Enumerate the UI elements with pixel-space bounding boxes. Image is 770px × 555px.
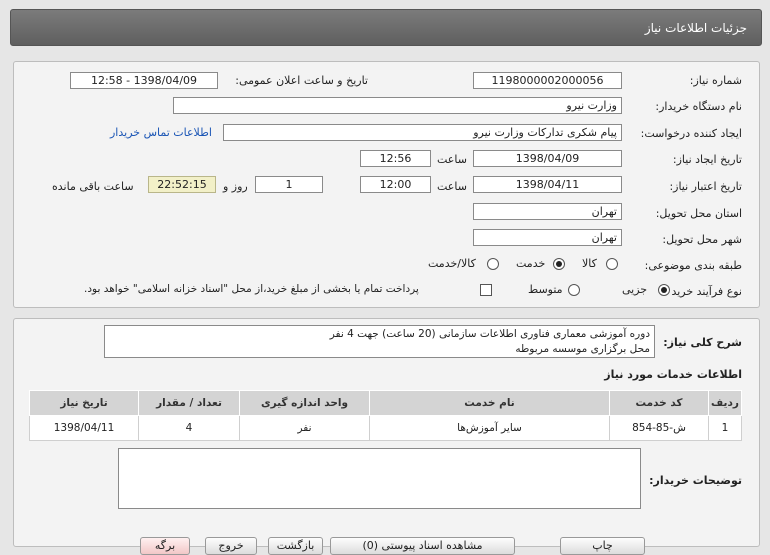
category-option-goods: کالا	[582, 257, 597, 270]
description-line-2: محل برگزاری موسسه مربوطه	[515, 343, 650, 355]
back-button[interactable]: بازگشت	[268, 537, 323, 555]
created-time-label: ساعت	[437, 153, 467, 166]
services-header-row: ردیف کد خدمت نام خدمت واحد اندازه گیری ت…	[29, 390, 742, 416]
cell-qty: 4	[138, 415, 240, 441]
col-date-header: تاریخ نیاز	[29, 390, 139, 416]
category-label: طبقه بندی موضوعی:	[644, 259, 742, 272]
category-radio-goods-service[interactable]	[487, 258, 499, 270]
buyer-notes-field	[118, 448, 641, 509]
category-option-goods-service: کالا/خدمت	[428, 257, 476, 270]
created-date-label: تاریخ ایجاد نیاز:	[672, 153, 742, 166]
announce-label: تاریخ و ساعت اعلان عمومی:	[235, 74, 368, 87]
contact-info-link[interactable]: اطلاعات تماس خریدار	[110, 126, 212, 139]
cell-name: سایر آموزش‌ها	[369, 415, 610, 441]
province-label: استان محل تحویل:	[655, 207, 742, 220]
page-header: جزئیات اطلاعات نیاز	[10, 9, 762, 46]
process-radio-minor[interactable]	[658, 284, 670, 296]
page-title: جزئیات اطلاعات نیاز	[644, 21, 747, 35]
buyer-org-label: نام دستگاه خریدار:	[655, 100, 742, 113]
created-time-field: 12:56	[360, 150, 431, 167]
requester-label: ایجاد کننده درخواست:	[640, 127, 742, 140]
view-attachments-button[interactable]: مشاهده اسناد پیوستی (0)	[330, 537, 515, 555]
category-option-service: خدمت	[516, 257, 546, 270]
services-title: اطلاعات خدمات مورد نیاز	[604, 368, 742, 381]
city-field: تهران	[473, 229, 622, 246]
services-table: ردیف کد خدمت نام خدمت واحد اندازه گیری ت…	[29, 390, 742, 441]
cell-row: 1	[708, 415, 742, 441]
validity-date-field: 1398/04/11	[473, 176, 622, 193]
col-name-header: نام خدمت	[369, 390, 610, 416]
sheet-button[interactable]: برگه	[140, 537, 190, 555]
validity-time-label: ساعت	[437, 180, 467, 193]
process-option-medium: متوسط	[528, 283, 563, 296]
cell-date: 1398/04/11	[29, 415, 139, 441]
created-date-field: 1398/04/09	[473, 150, 622, 167]
process-option-minor: جزیی	[622, 283, 648, 296]
description-label: شرح کلی نیاز:	[663, 336, 742, 349]
description-field: دوره آموزشی معماری فناوری اطلاعات سازمان…	[104, 325, 655, 358]
days-field: 1	[255, 176, 323, 193]
process-label: نوع فرآیند خرید :	[664, 285, 742, 298]
validity-date-label: تاریخ اعتبار نیاز:	[669, 180, 742, 193]
city-label: شهر محل تحویل:	[662, 233, 742, 246]
col-qty-header: تعداد / مقدار	[138, 390, 240, 416]
process-radio-medium[interactable]	[568, 284, 580, 296]
description-line-1: دوره آموزشی معماری فناوری اطلاعات سازمان…	[329, 328, 650, 340]
need-number-field: 1198000002000056	[473, 72, 622, 89]
table-row: 1 ش-85-854 سایر آموزش‌ها نفر 4 1398/04/1…	[29, 415, 742, 441]
remaining-label: ساعت باقی مانده	[52, 180, 134, 193]
announce-field: 1398/04/09 - 12:58	[70, 72, 218, 89]
validity-time-field: 12:00	[360, 176, 431, 193]
buyer-notes-label: توضیحات خریدار:	[649, 474, 742, 487]
buyer-org-field: وزارت نیرو	[173, 97, 622, 114]
days-label: روز و	[223, 180, 248, 193]
payment-note: پرداخت تمام یا بخشی از مبلغ خرید،از محل …	[84, 283, 419, 295]
exit-button[interactable]: خروج	[205, 537, 257, 555]
category-radio-service[interactable]	[553, 258, 565, 270]
province-field: تهران	[473, 203, 622, 220]
print-button[interactable]: چاپ	[560, 537, 645, 555]
category-radio-goods[interactable]	[606, 258, 618, 270]
col-code-header: کد خدمت	[609, 390, 709, 416]
col-row-header: ردیف	[708, 390, 742, 416]
remaining-time-field: 22:52:15	[148, 176, 216, 193]
cell-unit: نفر	[239, 415, 370, 441]
need-number-label: شماره نیاز:	[689, 74, 742, 87]
treasury-checkbox[interactable]	[480, 284, 492, 296]
requester-field: پیام شکری تداركات وزارت نیرو	[223, 124, 622, 141]
col-unit-header: واحد اندازه گیری	[239, 390, 370, 416]
cell-code: ش-85-854	[609, 415, 709, 441]
